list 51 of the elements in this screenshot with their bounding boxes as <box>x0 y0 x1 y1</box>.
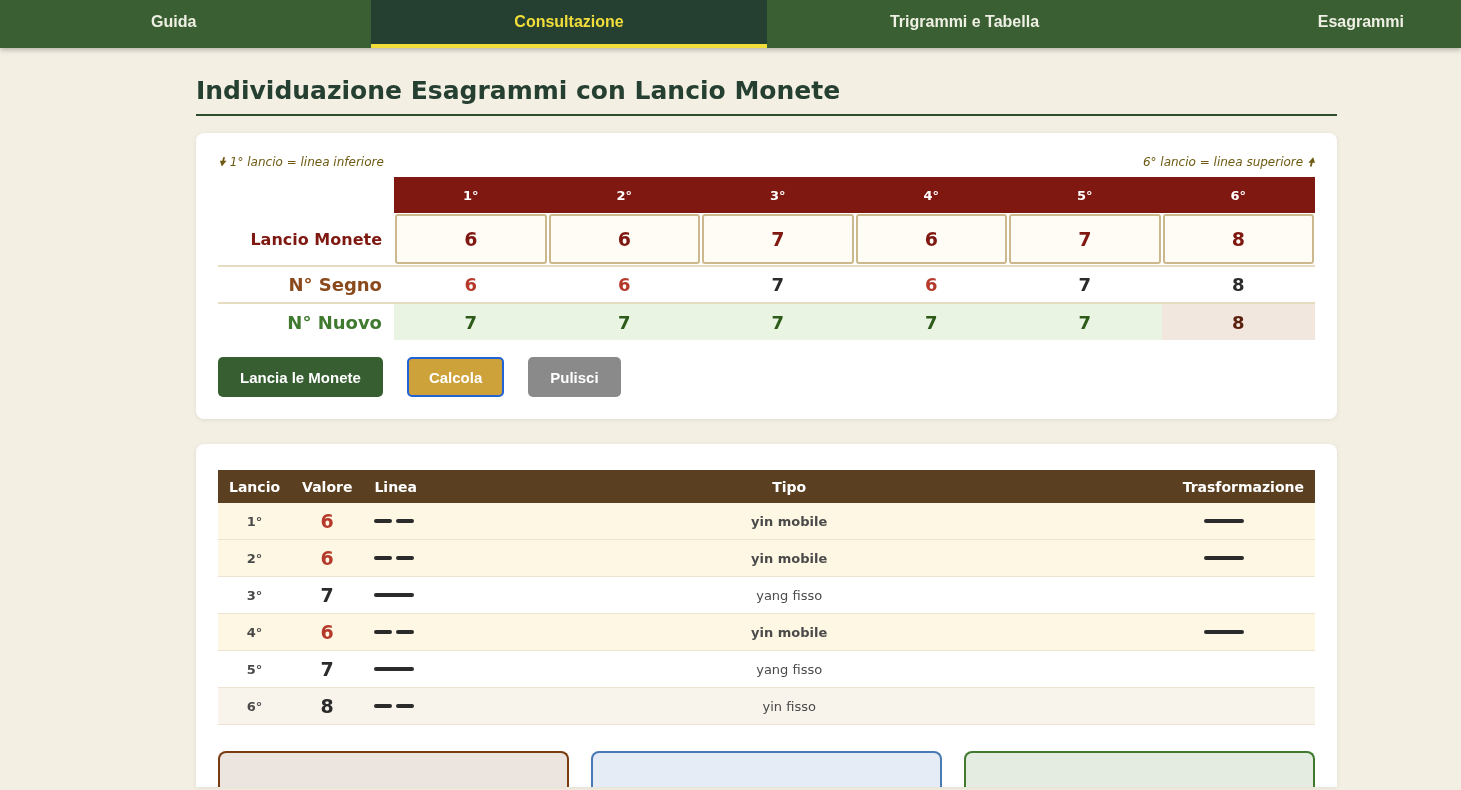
table-cell: 5° <box>246 661 263 677</box>
table-cell: 7 <box>701 304 855 340</box>
table-cell: 2° <box>246 550 263 566</box>
table-cell: 6° <box>246 698 263 714</box>
table-cell: 8 <box>320 695 334 717</box>
table-cell: yin mobile <box>751 624 828 640</box>
row-label: N° Segno <box>218 267 394 304</box>
column-header: 2° <box>547 177 701 213</box>
table-cell: yin mobile <box>751 550 828 566</box>
table-cell: yang fisso <box>756 587 823 603</box>
column-header: 5° <box>1008 177 1162 213</box>
column-header: 1° <box>394 177 548 213</box>
table-cell: yang fisso <box>756 661 823 677</box>
row-label: N° Nuovo <box>286 310 383 335</box>
column-header: 6° <box>1161 177 1315 213</box>
table-cell: 6 <box>320 621 334 643</box>
column-header: Lancio <box>218 470 292 503</box>
column-header: 3° <box>701 177 855 213</box>
table-cell: 1° <box>246 513 263 529</box>
page-title: Individuazione Esagrammi con Lancio Monete <box>196 76 1337 116</box>
table-cell: 6 <box>320 547 334 569</box>
column-header: Valore <box>291 470 364 503</box>
table-cell: 7 <box>547 304 701 340</box>
table-cell: 7 <box>1008 304 1162 340</box>
table-cell: yin mobile <box>751 513 828 529</box>
nav-tab[interactable]: Consultazione <box>371 0 767 48</box>
nav-tab[interactable]: Guida <box>0 0 371 48</box>
coin-input-field[interactable]: 7 <box>702 214 854 264</box>
column-header: Linea <box>363 470 446 503</box>
table-cell: 7 <box>320 584 334 606</box>
coin-input-field[interactable]: 7 <box>1009 214 1161 264</box>
nav-tab[interactable]: Esagrammi <box>1162 0 1461 48</box>
table-cell: 7 <box>320 658 334 680</box>
coin-input-field[interactable]: 6 <box>395 214 547 264</box>
action-button[interactable]: Lancia le Monete <box>218 357 383 397</box>
note-text: 🠟 1° lancio = linea inferiore <box>218 155 384 169</box>
table-cell: 3° <box>246 587 263 603</box>
coin-input-field[interactable]: 6 <box>548 214 700 264</box>
table-cell: 8 <box>1161 304 1315 340</box>
coin-input-field[interactable]: 8 <box>1162 214 1314 264</box>
table-cell: 7 <box>394 304 548 340</box>
table-cell: yin fisso <box>762 698 816 714</box>
column-header: Tipo <box>445 470 1133 503</box>
table-cell: 6 <box>320 510 334 532</box>
table-cell: 4° <box>246 624 263 640</box>
coin-input-field[interactable]: 6 <box>855 214 1007 264</box>
nav-tab[interactable]: Trigrammi e Tabella <box>767 0 1162 48</box>
column-header: 4° <box>854 177 1008 213</box>
column-header: Trasformazione <box>1133 470 1315 503</box>
table-cell: 7 <box>854 304 1008 340</box>
note-text: 6° lancio = linea superiore 🠝 <box>1142 155 1315 169</box>
